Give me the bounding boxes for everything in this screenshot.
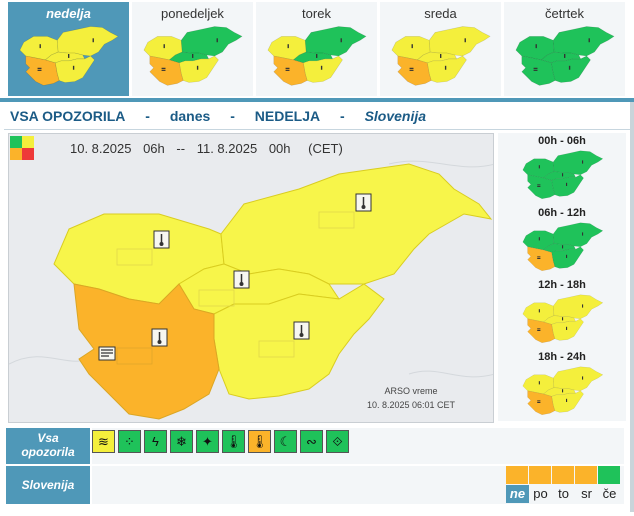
title-separator: - bbox=[145, 108, 150, 124]
wind-icon[interactable]: ≋ bbox=[92, 430, 115, 453]
day-tabs: nedelja ponedeljek torek sreda četrtek bbox=[0, 0, 634, 97]
legend-swatch bbox=[10, 148, 22, 160]
page-title: VSA OPOZORILA - danes - NEDELJA - Sloven… bbox=[10, 108, 442, 128]
time-period-list: 00h - 06h 06h - 12h 12h - 18h 18h - 24h bbox=[498, 133, 628, 425]
legend-swatch bbox=[22, 148, 34, 160]
day-tab-torek[interactable]: torek bbox=[256, 2, 377, 96]
title-day: NEDELJA bbox=[254, 108, 321, 124]
map-credit: ARSO vreme 10. 8.2025 06:01 CET bbox=[356, 384, 466, 412]
rain-icon[interactable]: ⁘ bbox=[118, 430, 141, 453]
day-tab-label: torek bbox=[302, 6, 331, 21]
credit-source: ARSO vreme bbox=[384, 386, 438, 396]
week-day-label[interactable]: če bbox=[598, 485, 621, 503]
header-divider bbox=[0, 98, 634, 102]
week-day-swatch[interactable] bbox=[598, 466, 620, 484]
credit-timestamp: 10. 8.2025 06:01 CET bbox=[366, 400, 456, 410]
legend-swatch bbox=[10, 136, 22, 148]
thermometer-icon bbox=[153, 230, 170, 249]
mini-map bbox=[522, 294, 604, 344]
week-day-swatch[interactable] bbox=[575, 466, 597, 484]
day-tab-label: ponedeljek bbox=[161, 6, 224, 21]
warning-map[interactable] bbox=[8, 133, 494, 423]
time-period-4[interactable]: 18h - 24h bbox=[498, 349, 626, 421]
mini-map bbox=[515, 26, 615, 86]
time-period-1[interactable]: 00h - 06h bbox=[498, 133, 626, 205]
validity-period: 10. 8.2025 06h -- 11. 8.2025 00h (CET) bbox=[70, 141, 351, 156]
mini-map bbox=[391, 26, 491, 86]
thermometer-icon bbox=[151, 328, 168, 347]
title-separator: - bbox=[230, 108, 235, 124]
legend-swatch bbox=[22, 136, 34, 148]
fog-icon[interactable]: ✦ bbox=[196, 430, 219, 453]
valid-from-hour: 06h bbox=[143, 141, 165, 156]
slovenia-map bbox=[9, 160, 493, 420]
time-period-label: 06h - 12h bbox=[538, 207, 586, 219]
region-row-label: Slovenija bbox=[6, 466, 90, 504]
day-tab-ponedeljek[interactable]: ponedeljek bbox=[132, 2, 253, 96]
high-temperature-icon[interactable]: 🌡 bbox=[248, 430, 271, 453]
day-tab-label: četrtek bbox=[544, 6, 584, 21]
time-period-2[interactable]: 06h - 12h bbox=[498, 205, 626, 277]
valid-from-date: 10. 8.2025 bbox=[70, 141, 132, 156]
time-period-3[interactable]: 12h - 18h bbox=[498, 277, 626, 349]
thermometer-icon bbox=[233, 270, 250, 289]
valid-timezone: (CET) bbox=[308, 141, 343, 156]
thunderstorm-icon[interactable]: ϟ bbox=[144, 430, 167, 453]
week-day-label[interactable]: ne bbox=[506, 485, 529, 503]
week-day-label[interactable]: to bbox=[552, 485, 575, 503]
title-separator: - bbox=[340, 108, 345, 124]
color-legend bbox=[10, 136, 34, 160]
thermometer-icon bbox=[293, 321, 310, 340]
map-region-northeast bbox=[220, 163, 493, 285]
coastal-event-icon[interactable]: ∾ bbox=[300, 430, 323, 453]
forest-fire-icon[interactable]: ☾ bbox=[274, 430, 297, 453]
mini-map bbox=[522, 222, 604, 272]
time-period-label: 18h - 24h bbox=[538, 351, 586, 363]
valid-to-date: 11. 8.2025 bbox=[196, 141, 258, 156]
week-day-label[interactable]: po bbox=[529, 485, 552, 503]
low-temperature-icon[interactable]: 🌡 bbox=[222, 430, 245, 453]
title-scope: VSA OPOZORILA bbox=[10, 108, 126, 124]
day-tab-sreda[interactable]: sreda bbox=[380, 2, 501, 96]
hazards-label-line1: Vsa bbox=[37, 431, 59, 445]
snow-icon[interactable]: ❄ bbox=[170, 430, 193, 453]
day-tab-nedelja[interactable]: nedelja bbox=[8, 2, 129, 96]
title-underline bbox=[4, 129, 630, 130]
week-day-swatch[interactable] bbox=[529, 466, 551, 484]
valid-to-hour: 00h bbox=[268, 141, 291, 156]
hazards-label-line2: opozorila bbox=[21, 445, 75, 459]
day-tab-label: nedelja bbox=[46, 6, 91, 21]
mini-map bbox=[522, 150, 604, 200]
mini-map bbox=[522, 366, 604, 416]
mini-map bbox=[267, 26, 367, 86]
time-period-label: 12h - 18h bbox=[538, 279, 586, 291]
mini-map bbox=[143, 26, 243, 86]
thermometer-icon bbox=[355, 193, 372, 212]
title-region: Slovenija bbox=[364, 108, 427, 124]
day-tab-četrtek[interactable]: četrtek bbox=[504, 2, 625, 96]
avalanche-icon[interactable]: ⟐ bbox=[326, 430, 349, 453]
title-when: danes bbox=[169, 108, 211, 124]
valid-dash: -- bbox=[176, 141, 186, 156]
week-day-swatch[interactable] bbox=[552, 466, 574, 484]
mini-map bbox=[19, 26, 119, 86]
right-edge-bar bbox=[630, 102, 634, 512]
hazards-row-label: Vsa opozorila bbox=[6, 428, 90, 464]
time-period-label: 00h - 06h bbox=[538, 135, 586, 147]
day-tab-label: sreda bbox=[424, 6, 457, 21]
week-day-swatch[interactable] bbox=[506, 466, 528, 484]
wind-icon bbox=[98, 346, 116, 361]
week-day-label[interactable]: sr bbox=[575, 485, 598, 503]
